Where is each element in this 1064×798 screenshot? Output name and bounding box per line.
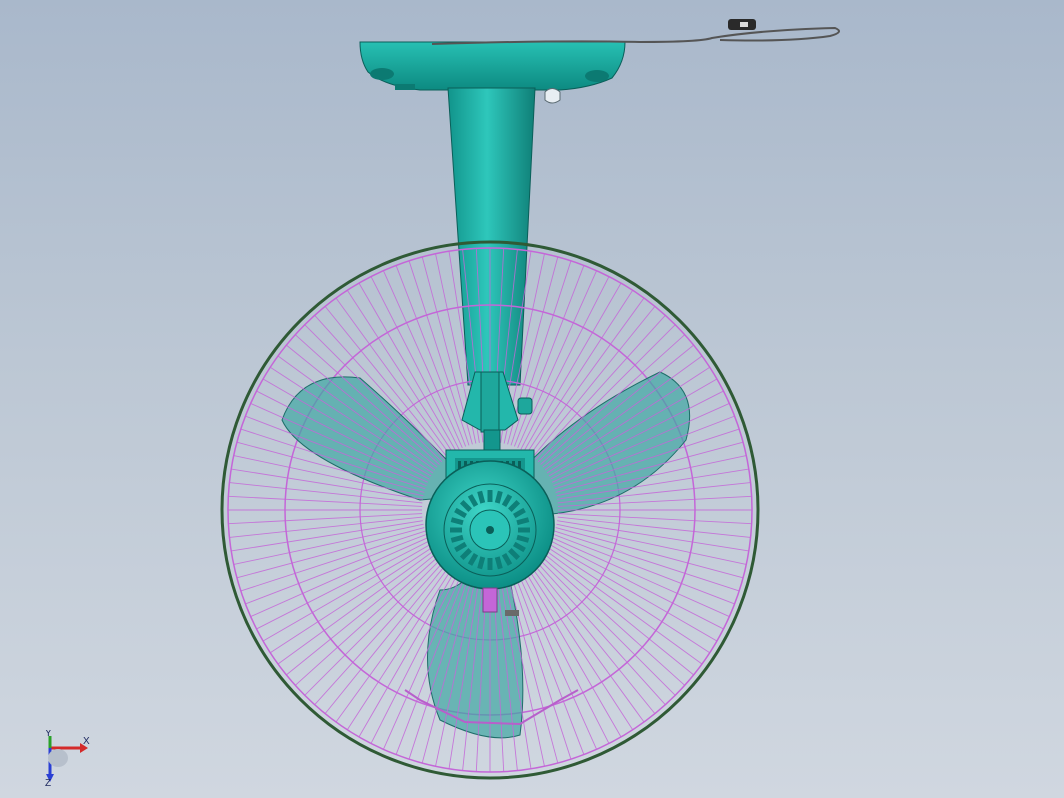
z-axis-label: Z	[45, 778, 51, 786]
downrod	[447, 87, 536, 386]
guard-spoke	[229, 516, 423, 538]
guard-spoke	[228, 495, 423, 507]
guard-spoke	[557, 513, 752, 525]
guard-spoke	[554, 530, 740, 592]
y-axis-label: Y	[45, 730, 52, 739]
cooling-fin	[487, 490, 493, 502]
guard-spoke	[240, 530, 426, 592]
x-axis-label: X	[83, 736, 90, 747]
guard-spoke	[537, 557, 676, 696]
guard-spoke	[557, 516, 751, 538]
fan-model[interactable]	[0, 0, 1064, 798]
graphics-viewport[interactable]: X Y Z	[0, 0, 1064, 798]
cooling-fin	[487, 558, 493, 570]
coordinate-triad: X Y Z	[45, 730, 90, 786]
cooling-fin	[450, 527, 462, 533]
guard-spoke	[228, 513, 423, 525]
power-cable	[431, 19, 840, 45]
cooling-fin	[518, 527, 530, 533]
guard-spoke	[304, 557, 443, 696]
guard-spoke	[408, 260, 470, 446]
